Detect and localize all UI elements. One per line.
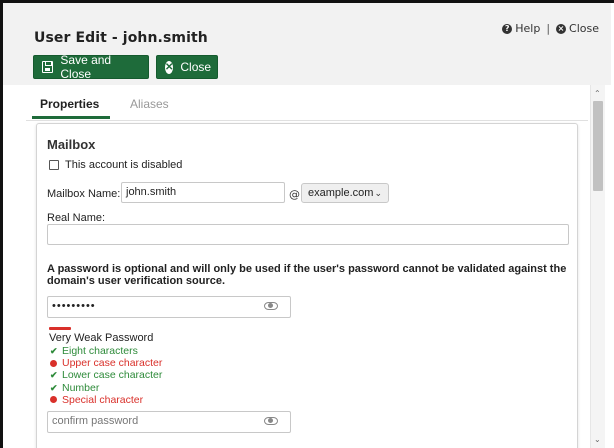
scrollbar-thumb[interactable]	[593, 101, 603, 191]
link-separator: |	[546, 22, 551, 35]
password-rule: ✔ Number	[50, 382, 162, 394]
close-link[interactable]: × Close	[556, 22, 599, 35]
eye-icon[interactable]	[264, 302, 278, 310]
close-circle-icon: ×	[556, 23, 567, 34]
help-links: ? Help | × Close	[502, 22, 599, 35]
close-link-label: Close	[569, 22, 599, 35]
password-rule: ✔ Lower case character	[50, 369, 162, 381]
close-circle-icon: ✕	[165, 60, 174, 74]
domain-select-value: example.com	[308, 187, 374, 199]
error-dot-icon	[50, 359, 57, 367]
password-rule-text: Upper case character	[62, 357, 163, 370]
scroll-up-arrow-icon[interactable]: ⌃	[594, 89, 601, 98]
mailbox-name-input[interactable]: john.smith	[121, 182, 285, 203]
password-rule-text: Eight characters	[62, 345, 138, 357]
mailbox-name-label: Mailbox Name:	[47, 188, 121, 200]
password-rule: ✔ Eight characters	[50, 345, 162, 357]
password-strength-bar	[49, 327, 71, 330]
active-tab-indicator	[32, 116, 110, 119]
password-rule-text: Special character	[62, 393, 144, 406]
question-circle-icon: ?	[502, 23, 513, 34]
tab-aliases[interactable]: Aliases	[130, 97, 169, 111]
password-strength-label: Very Weak Password	[49, 332, 154, 344]
account-disabled-row[interactable]: This account is disabled	[49, 159, 182, 171]
check-icon: ✔	[50, 346, 58, 356]
confirm-password-placeholder: confirm password	[52, 415, 139, 427]
account-disabled-checkbox[interactable]	[49, 160, 59, 170]
floppy-disk-icon	[42, 61, 54, 73]
mailbox-panel: Mailbox This account is disabled Mailbox…	[36, 123, 578, 448]
chevron-down-icon: ⌄	[374, 187, 382, 198]
dialog-title: User Edit - john.smith	[34, 30, 208, 46]
scroll-down-arrow-icon[interactable]: ⌄	[594, 435, 601, 444]
real-name-input[interactable]	[47, 224, 569, 245]
help-link-label: Help	[515, 22, 541, 35]
eye-icon[interactable]	[264, 417, 278, 425]
section-title: Mailbox	[47, 137, 96, 152]
check-icon: ✔	[50, 370, 58, 381]
close-button-label: Close	[180, 60, 212, 74]
confirm-password-input[interactable]: confirm password	[47, 411, 291, 433]
password-masked-value: •••••••••	[52, 300, 96, 312]
password-rule-text: Lower case character	[62, 369, 163, 382]
domain-select[interactable]: example.com ⌄	[301, 183, 389, 203]
save-and-close-button[interactable]: Save and Close	[33, 53, 149, 81]
password-rule-text: Number	[62, 381, 100, 394]
password-rules-list: ✔ Eight characters Upper case character …	[50, 345, 162, 406]
vertical-scrollbar[interactable]: ⌃ ⌄	[590, 85, 605, 448]
dialog-content: Properties Aliases Mailbox This account …	[26, 85, 588, 448]
tab-properties[interactable]: Properties	[40, 97, 99, 111]
error-dot-icon	[50, 396, 57, 404]
help-link[interactable]: ? Help	[502, 22, 540, 35]
tab-bar: Properties Aliases	[26, 85, 588, 121]
password-rule: Special character	[50, 394, 162, 406]
save-and-close-label: Save and Close	[60, 53, 112, 81]
close-button[interactable]: ✕ Close	[156, 55, 218, 79]
real-name-label: Real Name:	[47, 212, 106, 224]
password-rule: Upper case character	[50, 357, 162, 369]
check-icon: ✔	[50, 382, 58, 393]
account-disabled-label: This account is disabled	[65, 159, 183, 171]
password-input[interactable]: •••••••••	[47, 296, 291, 318]
at-symbol: @	[289, 188, 300, 201]
password-notice: A password is optional and will only be …	[47, 263, 567, 287]
